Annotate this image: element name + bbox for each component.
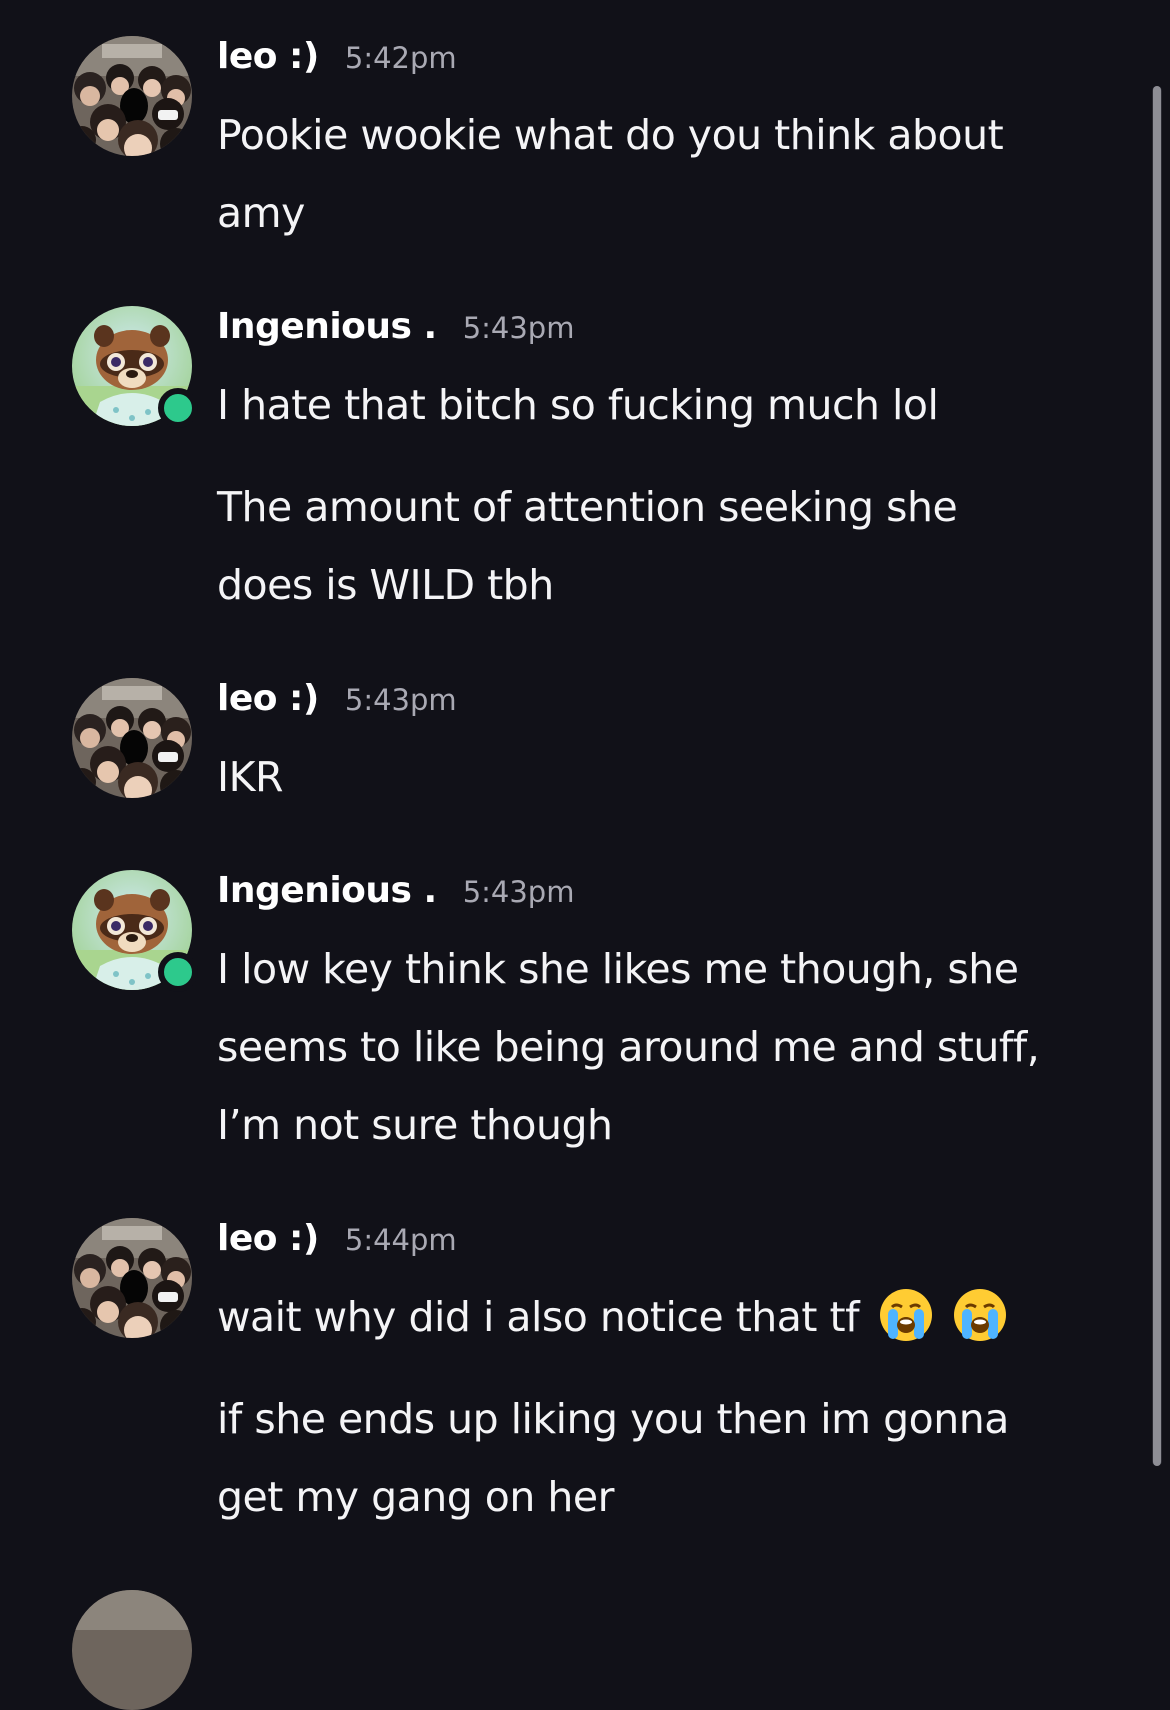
- online-status-icon: [158, 952, 198, 992]
- message-text: seems to like being around me and stuff,: [217, 1023, 1040, 1071]
- scrollbar-thumb[interactable]: [1153, 86, 1161, 1466]
- group-photo-avatar-icon: [72, 36, 192, 156]
- username[interactable]: leo :): [217, 1218, 319, 1259]
- message-text: wait why did i also notice that tf: [217, 1278, 1117, 1356]
- timestamp: 5:43pm: [462, 875, 575, 909]
- message-text-run: wait why did i also notice that tf: [217, 1293, 860, 1341]
- message-text: if she ends up liking you then im gonna: [217, 1395, 1009, 1443]
- group-photo-avatar-icon: [72, 678, 192, 798]
- timestamp: 5:43pm: [344, 683, 457, 717]
- group-photo-avatar-icon: [72, 1218, 192, 1338]
- message-text: IKR: [217, 753, 283, 801]
- avatar[interactable]: [72, 1218, 192, 1338]
- message-text: I low key think she likes me though, she: [217, 945, 1019, 993]
- message-text: The amount of attention seeking she: [217, 483, 958, 531]
- message-text: get my gang on her: [217, 1473, 614, 1521]
- username[interactable]: leo :): [217, 36, 319, 77]
- online-status-icon: [158, 388, 198, 428]
- scrollbar[interactable]: [1152, 86, 1162, 1466]
- loudly-crying-face-icon[interactable]: [878, 1287, 934, 1343]
- group-photo-avatar-icon: [72, 1590, 192, 1710]
- username[interactable]: Ingenious .: [217, 306, 437, 347]
- avatar[interactable]: [72, 306, 198, 428]
- username[interactable]: Ingenious .: [217, 870, 437, 911]
- timestamp: 5:42pm: [344, 41, 457, 75]
- avatar[interactable]: [72, 1590, 192, 1710]
- message-text: Pookie wookie what do you think about: [217, 111, 1004, 159]
- timestamp: 5:43pm: [462, 311, 575, 345]
- loudly-crying-face-icon[interactable]: [952, 1287, 1008, 1343]
- avatar[interactable]: [72, 36, 192, 156]
- avatar[interactable]: [72, 870, 198, 992]
- message-text: does is WILD tbh: [217, 561, 554, 609]
- chat-message-list[interactable]: leo :) 5:42pm Pookie wookie what do you …: [0, 0, 1170, 1710]
- message-text: I’m not sure though: [217, 1101, 613, 1149]
- username[interactable]: leo :): [217, 678, 319, 719]
- message-text: I hate that bitch so fucking much lol: [217, 381, 939, 429]
- avatar[interactable]: [72, 678, 192, 798]
- timestamp: 5:44pm: [344, 1223, 457, 1257]
- message-text: amy: [217, 189, 305, 237]
